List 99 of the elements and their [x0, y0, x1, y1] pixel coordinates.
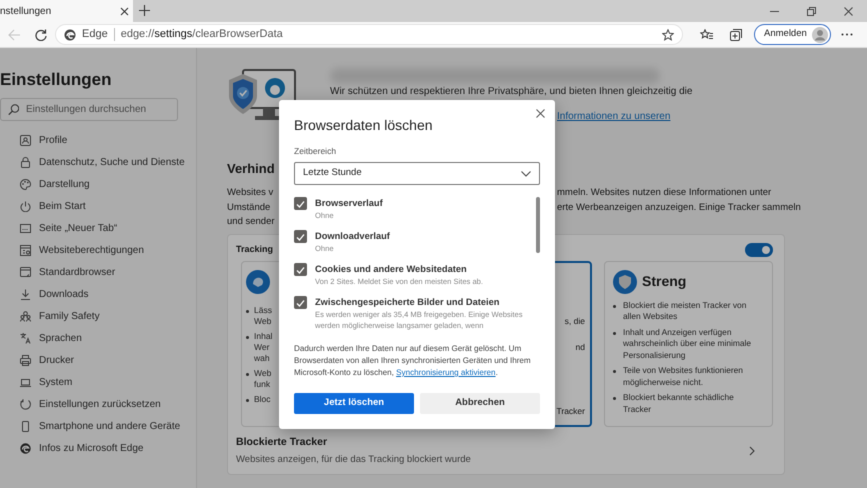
cancel-button[interactable]: Abbrechen: [420, 393, 540, 414]
laptop-icon: [20, 376, 31, 388]
sidebar-item[interactable]: System: [0, 371, 196, 393]
bullet-text: Blockiert die meisten Tracker von allen Websites: [623, 300, 748, 322]
tab-title: nstellungen: [0, 4, 52, 18]
bullet-text: s, die: [564, 314, 585, 326]
option-label: Cookies und andere Websitedaten: [315, 263, 468, 276]
grid-icon: [20, 244, 31, 256]
intro-text: Wir schützen und respektieren Ihre Privatsphäre, und bieten Ihnen gleichzeitig die: [330, 86, 692, 98]
chevron-right-icon[interactable]: [749, 446, 755, 456]
sidebar-item[interactable]: Smartphone und andere Geräte: [0, 415, 196, 437]
field-label: Zeitbereich: [294, 146, 338, 157]
sidebar-title: Einstellungen: [0, 70, 112, 90]
address-bar[interactable]: Edge edge://settings/clearBrowserData: [55, 24, 683, 45]
collections-icon[interactable]: [730, 28, 742, 40]
close-icon[interactable]: [120, 6, 129, 16]
checkbox[interactable]: [294, 263, 307, 276]
chevron-down-icon: [521, 170, 531, 176]
description-text: Umstände: [227, 200, 272, 214]
sidebar-item[interactable]: Einstellungen zurücksetzen: [0, 393, 196, 415]
people-icon: [20, 310, 31, 322]
bullet-text: Web funk: [254, 368, 272, 390]
info-text: Dadurch werden Ihre Daten nur auf diesem Gerät gelöscht. Um Browserdaten von allen Ihren synchronisierten Geräten und Ihrem Microsoft-Konto zu löschen, Synchronisierung aktivieren.: [294, 343, 532, 379]
sidebar-item[interactable]: Datenschutz, Suche und Dienste: [0, 151, 196, 173]
search-field[interactable]: Einstellungen durchsuchen: [0, 98, 178, 121]
palette-icon: [20, 178, 31, 190]
checkbox[interactable]: [294, 296, 307, 309]
checkbox[interactable]: [294, 230, 307, 243]
option-label: Downloadverlauf: [315, 230, 390, 243]
favorites-icon[interactable]: [700, 29, 713, 40]
sidebar-item[interactable]: Profile: [0, 129, 196, 151]
option-label: Browserverlauf: [315, 197, 383, 210]
sidebar-item[interactable]: Sprachen: [0, 327, 196, 349]
sidebar-item[interactable]: Downloads: [0, 283, 196, 305]
section-heading: Verhind: [227, 160, 275, 178]
bullet-text: Teile von Websites funktionieren möglicherweise nicht.: [623, 365, 744, 388]
star-icon[interactable]: [662, 28, 674, 40]
shield-icon: [613, 270, 637, 294]
checkbox[interactable]: [294, 197, 307, 210]
browser-tab[interactable]: nstellungen: [0, 0, 133, 22]
window-icon: [20, 222, 31, 234]
row-subtitle: Websites anzeigen, für die das Tracking blockiert wurde: [236, 453, 471, 468]
bullet-text: Bloc: [254, 394, 271, 404]
lock-icon: [20, 156, 31, 168]
reset-icon: [20, 398, 31, 410]
site-label: Edge: [82, 27, 108, 42]
edge-logo-icon: [20, 442, 31, 454]
sign-in-button[interactable]: Anmelden: [754, 24, 831, 45]
description-text: erte Werbeanzeigen anzuzeigen. Einige Tracker sammeln: [557, 200, 802, 214]
sidebar-item[interactable]: Drucker: [0, 349, 196, 371]
check-icon: [296, 200, 305, 208]
browser-window-icon: [20, 266, 31, 278]
toggle-switch[interactable]: [745, 242, 773, 256]
sidebar-item[interactable]: Standardbrowser: [0, 261, 196, 283]
bullet-text: Blockiert bekannte schädliche Tracker: [623, 392, 735, 415]
language-icon: [20, 332, 31, 344]
power-icon: [20, 200, 31, 212]
sidebar-item[interactable]: Beim Start: [0, 195, 196, 217]
edge-logo-icon: [64, 28, 76, 40]
row-title: Blockierte Tracker: [236, 434, 328, 450]
bullet-text: Inhal Wer wah: [254, 330, 272, 364]
description-text: und sender: [227, 215, 273, 229]
bullet-text: Inhalt und Anzeigen verfügen wahrscheinlich über eine minimale Personalisierung: [623, 326, 752, 361]
check-icon: [296, 266, 305, 274]
phone-icon: [20, 420, 31, 432]
bullet-text: Läss Web: [254, 304, 272, 326]
sidebar-item[interactable]: Websiteberechtigungen: [0, 239, 196, 261]
printer-icon: [20, 354, 31, 366]
restore-icon[interactable]: [807, 6, 816, 16]
sidebar-item[interactable]: Darstellung: [0, 173, 196, 195]
refresh-icon[interactable]: [35, 28, 47, 40]
option-card[interactable]: [604, 260, 773, 426]
download-icon: [20, 288, 31, 300]
delete-now-button[interactable]: Jetzt löschen: [294, 393, 414, 414]
dialog-title: Browserdaten löschen: [294, 116, 434, 134]
bullet-text: nd: [576, 340, 585, 352]
new-tab-icon[interactable]: [139, 5, 150, 16]
card-title: Streng: [642, 272, 686, 291]
sidebar-item[interactable]: Family Safety: [0, 305, 196, 327]
avatar-icon: [812, 26, 828, 42]
time-range-dropdown[interactable]: Letzte Stunde: [294, 162, 540, 185]
scrollbar-thumb[interactable]: [536, 197, 540, 253]
check-icon: [296, 298, 305, 306]
url-text: edge://settings/clearBrowserData: [120, 27, 283, 42]
more-icon[interactable]: [840, 33, 853, 36]
sync-link[interactable]: Synchronisierung aktivieren: [396, 368, 496, 377]
option-label: Zwischengespeicherte Bilder und Dateien: [315, 296, 500, 309]
description-text: Websites v: [227, 186, 273, 200]
description-text: mmeln. Websites nutzen diese Informationen unter: [557, 186, 772, 200]
card-title: Tracking: [236, 242, 274, 256]
profile-icon: [20, 134, 31, 146]
bullet-text: Tracker: [556, 404, 585, 416]
search-icon: [8, 104, 19, 115]
sidebar-item[interactable]: Infos zu Microsoft Edge: [0, 437, 196, 459]
check-icon: [296, 232, 305, 240]
close-icon[interactable]: [844, 6, 853, 16]
sidebar-item[interactable]: Seite „Neuer Tab“: [0, 217, 196, 239]
close-icon[interactable]: [536, 109, 545, 118]
privacy-link[interactable]: Informationen zu unseren: [557, 110, 670, 123]
